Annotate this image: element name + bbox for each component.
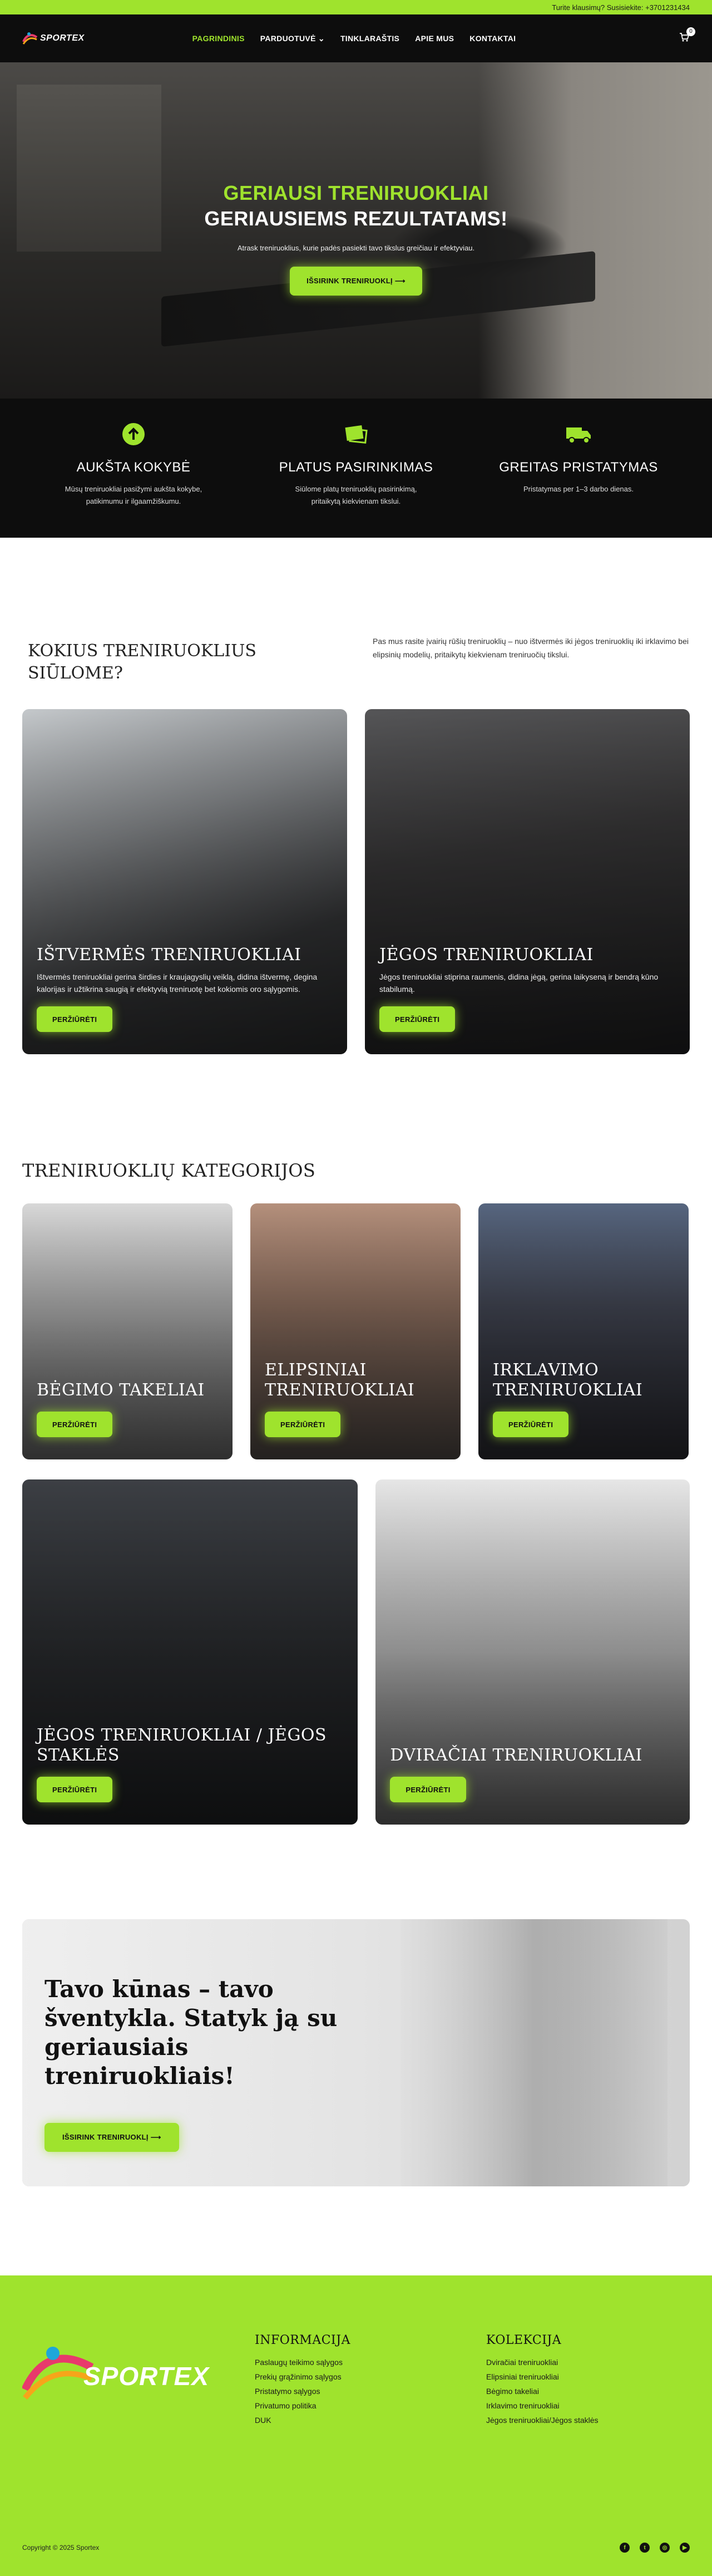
main-nav: PAGRINDINIS PARDUOTUVĖ ⌄ TINKLARAŠTIS AP… xyxy=(185,34,524,43)
categories-row-1: BĖGIMO TAKELIAI PERŽIŪRĖTI ELIPSINIAI TR… xyxy=(0,1203,712,1459)
top-bar: Turite klausimų? Susisiekite: +370123143… xyxy=(0,0,712,14)
social-links: f t ◎ ▶ xyxy=(620,2543,690,2553)
view-button[interactable]: PERŽIŪRĖTI xyxy=(37,1777,113,1802)
footer-info-column: INFORMACIJA Paslaugų teikimo sąlygos Pre… xyxy=(255,2333,350,2427)
types-cards: IŠTVERMĖS TRENIRUOKLIAI Ištvermės trenir… xyxy=(0,709,712,1054)
site-header: SPORTEX PAGRINDINIS PARDUOTUVĖ ⌄ TINKLAR… xyxy=(0,14,712,62)
card-content: JĖGOS TRENIRUOKLIAI Jėgos treniruokliai … xyxy=(379,945,675,1032)
footer-link[interactable]: Privatumo politika xyxy=(255,2398,350,2413)
feature-title: GREITAS PRISTATYMAS xyxy=(499,460,658,475)
card-title: IŠTVERMĖS TRENIRUOKLIAI xyxy=(37,945,301,965)
card-content: IRKLAVIMO TRENIRUOKLIAI PERŽIŪRĖTI xyxy=(493,1360,674,1437)
card-title: ELIPSINIAI TRENIRUOKLIAI xyxy=(265,1360,415,1400)
features-section: AUKŠTA KOKYBĖ Mūsų treniruokliai pasižym… xyxy=(0,399,712,538)
card-title: JĖGOS TRENIRUOKLIAI xyxy=(379,945,594,965)
types-description: Pas mus rasite įvairių rūšių treniruokli… xyxy=(373,637,689,659)
banner-cta-button[interactable]: IŠSIRINK TRENIRUOKLĮ ⟶ xyxy=(44,2123,179,2152)
card-title: DVIRAČIAI TRENIRUOKLIAI xyxy=(390,1746,642,1765)
footer-collection-column: KOLEKCIJA Dviračiai treniruokliai Elipsi… xyxy=(486,2333,599,2427)
feature-title: PLATUS PASIRINKIMAS xyxy=(279,460,433,475)
category-ellipticals[interactable]: ELIPSINIAI TRENIRUOKLIAI PERŽIŪRĖTI xyxy=(250,1203,461,1459)
card-content: JĖGOS TRENIRUOKLIAI / JĖGOS STAKLĖS PERŽ… xyxy=(37,1725,343,1802)
view-button[interactable]: PERŽIŪRĖTI xyxy=(37,1006,113,1032)
nav-shop[interactable]: PARDUOTUVĖ ⌄ xyxy=(253,34,333,43)
footer-logo-text: SPORTEX xyxy=(83,2362,209,2391)
instagram-icon[interactable]: ◎ xyxy=(660,2543,670,2553)
hero-content: GERIAUSI TRENIRUOKLIAI GERIAUSIEMS REZUL… xyxy=(0,181,712,296)
banner-content: Tavo kūnas – tavo šventykla. Statyk ją s… xyxy=(44,1975,356,2152)
feature-quality: AUKŠTA KOKYBĖ Mūsų treniruokliai pasižym… xyxy=(22,421,245,538)
footer-link[interactable]: Elipsiniai treniruokliai xyxy=(486,2369,599,2384)
contact-text: Turite klausimų? Susisiekite: +370123143… xyxy=(552,3,690,12)
category-strength-machines[interactable]: JĖGOS TRENIRUOKLIAI / JĖGOS STAKLĖS PERŽ… xyxy=(22,1479,358,1825)
categories-title: TRENIRUOKLIŲ KATEGORIJOS xyxy=(22,1160,316,1181)
footer-link[interactable]: Pristatymo sąlygos xyxy=(255,2384,350,2398)
cart-button[interactable]: 0 xyxy=(679,27,695,46)
facebook-icon[interactable]: f xyxy=(620,2543,630,2553)
category-treadmills[interactable]: BĖGIMO TAKELIAI PERŽIŪRĖTI xyxy=(22,1203,233,1459)
logo-icon xyxy=(22,32,38,45)
truck-icon xyxy=(565,421,592,448)
hero-cta-button[interactable]: IŠSIRINK TRENIRUOKLĮ ⟶ xyxy=(290,267,422,296)
card-title: JĖGOS TRENIRUOKLIAI / JĖGOS STAKLĖS xyxy=(37,1725,327,1765)
card-content: DVIRAČIAI TRENIRUOKLIAI PERŽIŪRĖTI xyxy=(390,1746,675,1802)
view-button[interactable]: PERŽIŪRĖTI xyxy=(493,1412,569,1437)
nav-about[interactable]: APIE MUS xyxy=(407,34,462,43)
hero-title-white: GERIAUSIEMS REZULTATAMS! xyxy=(204,207,508,230)
footer-link[interactable]: Jėgos treniruokliai/Jėgos staklės xyxy=(486,2413,599,2427)
footer-bottom: Copyright © 2025 Sportex f t ◎ ▶ xyxy=(22,2541,690,2554)
footer-link[interactable]: Bėgimo takeliai xyxy=(486,2384,599,2398)
view-button[interactable]: PERŽIŪRĖTI xyxy=(379,1006,456,1032)
logo[interactable]: SPORTEX xyxy=(22,31,85,46)
hero-title-green: GERIAUSI TRENIRUOKLIAI xyxy=(223,181,489,204)
card-content: ELIPSINIAI TRENIRUOKLIAI PERŽIŪRĖTI xyxy=(265,1360,446,1437)
hero-section: GERIAUSI TRENIRUOKLIAI GERIAUSIEMS REZUL… xyxy=(0,62,712,399)
selection-icon xyxy=(343,421,369,448)
footer-link[interactable]: DUK xyxy=(255,2413,350,2427)
footer-link[interactable]: Prekių grąžinimo sąlygos xyxy=(255,2369,350,2384)
site-footer: SPORTEX INFORMACIJA Paslaugų teikimo sąl… xyxy=(0,2275,712,2576)
footer-link[interactable]: Paslaugų teikimo sąlygos xyxy=(255,2355,350,2369)
feature-text: Siūlome platų treniruoklių pasirinkimą, … xyxy=(295,485,417,505)
footer-logo[interactable]: SPORTEX xyxy=(22,2337,211,2403)
feature-text: Pristatymas per 1–3 darbo dienas. xyxy=(523,485,634,493)
twitter-icon[interactable]: t xyxy=(640,2543,650,2553)
categories-row-2: JĖGOS TRENIRUOKLIAI / JĖGOS STAKLĖS PERŽ… xyxy=(0,1479,712,1825)
card-title: BĖGIMO TAKELIAI xyxy=(37,1380,205,1400)
hero-subtitle: Atrask treniruoklius, kurie padės pasiek… xyxy=(237,244,475,252)
promo-banner: Tavo kūnas – tavo šventykla. Statyk ją s… xyxy=(22,1919,690,2186)
copyright: Copyright © 2025 Sportex xyxy=(22,2544,100,2552)
nav-contacts[interactable]: KONTAKTAI xyxy=(462,34,523,43)
feature-selection: PLATUS PASIRINKIMAS Siūlome platų trenir… xyxy=(245,421,467,538)
card-text: Jėgos treniruokliai stiprina raumenis, d… xyxy=(379,972,659,994)
arrow-up-icon xyxy=(120,421,147,448)
types-title: KOKIUS TRENIRUOKLIUS SIŪLOME? xyxy=(28,641,256,683)
category-exercise-bikes[interactable]: DVIRAČIAI TRENIRUOKLIAI PERŽIŪRĖTI xyxy=(375,1479,690,1825)
footer-collection-title: KOLEKCIJA xyxy=(486,2333,562,2347)
card-content: BĖGIMO TAKELIAI PERŽIŪRĖTI xyxy=(37,1380,218,1437)
strength-card[interactable]: JĖGOS TRENIRUOKLIAI Jėgos treniruokliai … xyxy=(365,709,690,1054)
category-rowers[interactable]: IRKLAVIMO TRENIRUOKLIAI PERŽIŪRĖTI xyxy=(478,1203,689,1459)
feature-text: Mūsų treniruokliai pasižymi aukšta kokyb… xyxy=(65,485,202,505)
card-text: Ištvermės treniruokliai gerina širdies i… xyxy=(37,972,318,994)
feature-title: AUKŠTA KOKYBĖ xyxy=(76,460,191,475)
feature-delivery: GREITAS PRISTATYMAS Pristatymas per 1–3 … xyxy=(467,421,690,538)
footer-link[interactable]: Dviračiai treniruokliai xyxy=(486,2355,599,2369)
card-title: IRKLAVIMO TRENIRUOKLIAI xyxy=(493,1360,643,1400)
view-button[interactable]: PERŽIŪRĖTI xyxy=(265,1412,341,1437)
nav-home[interactable]: PAGRINDINIS xyxy=(185,34,253,43)
logo-text: SPORTEX xyxy=(40,33,85,43)
types-intro: KOKIUS TRENIRUOKLIUS SIŪLOME? Pas mus ra… xyxy=(0,538,712,685)
endurance-card[interactable]: IŠTVERMĖS TRENIRUOKLIAI Ištvermės trenir… xyxy=(22,709,347,1054)
view-button[interactable]: PERŽIŪRĖTI xyxy=(390,1777,466,1802)
cart-count-badge: 0 xyxy=(686,27,695,36)
banner-title: Tavo kūnas – tavo šventykla. Statyk ją s… xyxy=(44,1975,338,2090)
youtube-icon[interactable]: ▶ xyxy=(680,2543,690,2553)
nav-blog[interactable]: TINKLARAŠTIS xyxy=(333,34,407,43)
view-button[interactable]: PERŽIŪRĖTI xyxy=(37,1412,113,1437)
card-content: IŠTVERMĖS TRENIRUOKLIAI Ištvermės trenir… xyxy=(37,945,333,1032)
footer-info-title: INFORMACIJA xyxy=(255,2333,350,2347)
footer-link[interactable]: Irklavimo treniruokliai xyxy=(486,2398,599,2413)
